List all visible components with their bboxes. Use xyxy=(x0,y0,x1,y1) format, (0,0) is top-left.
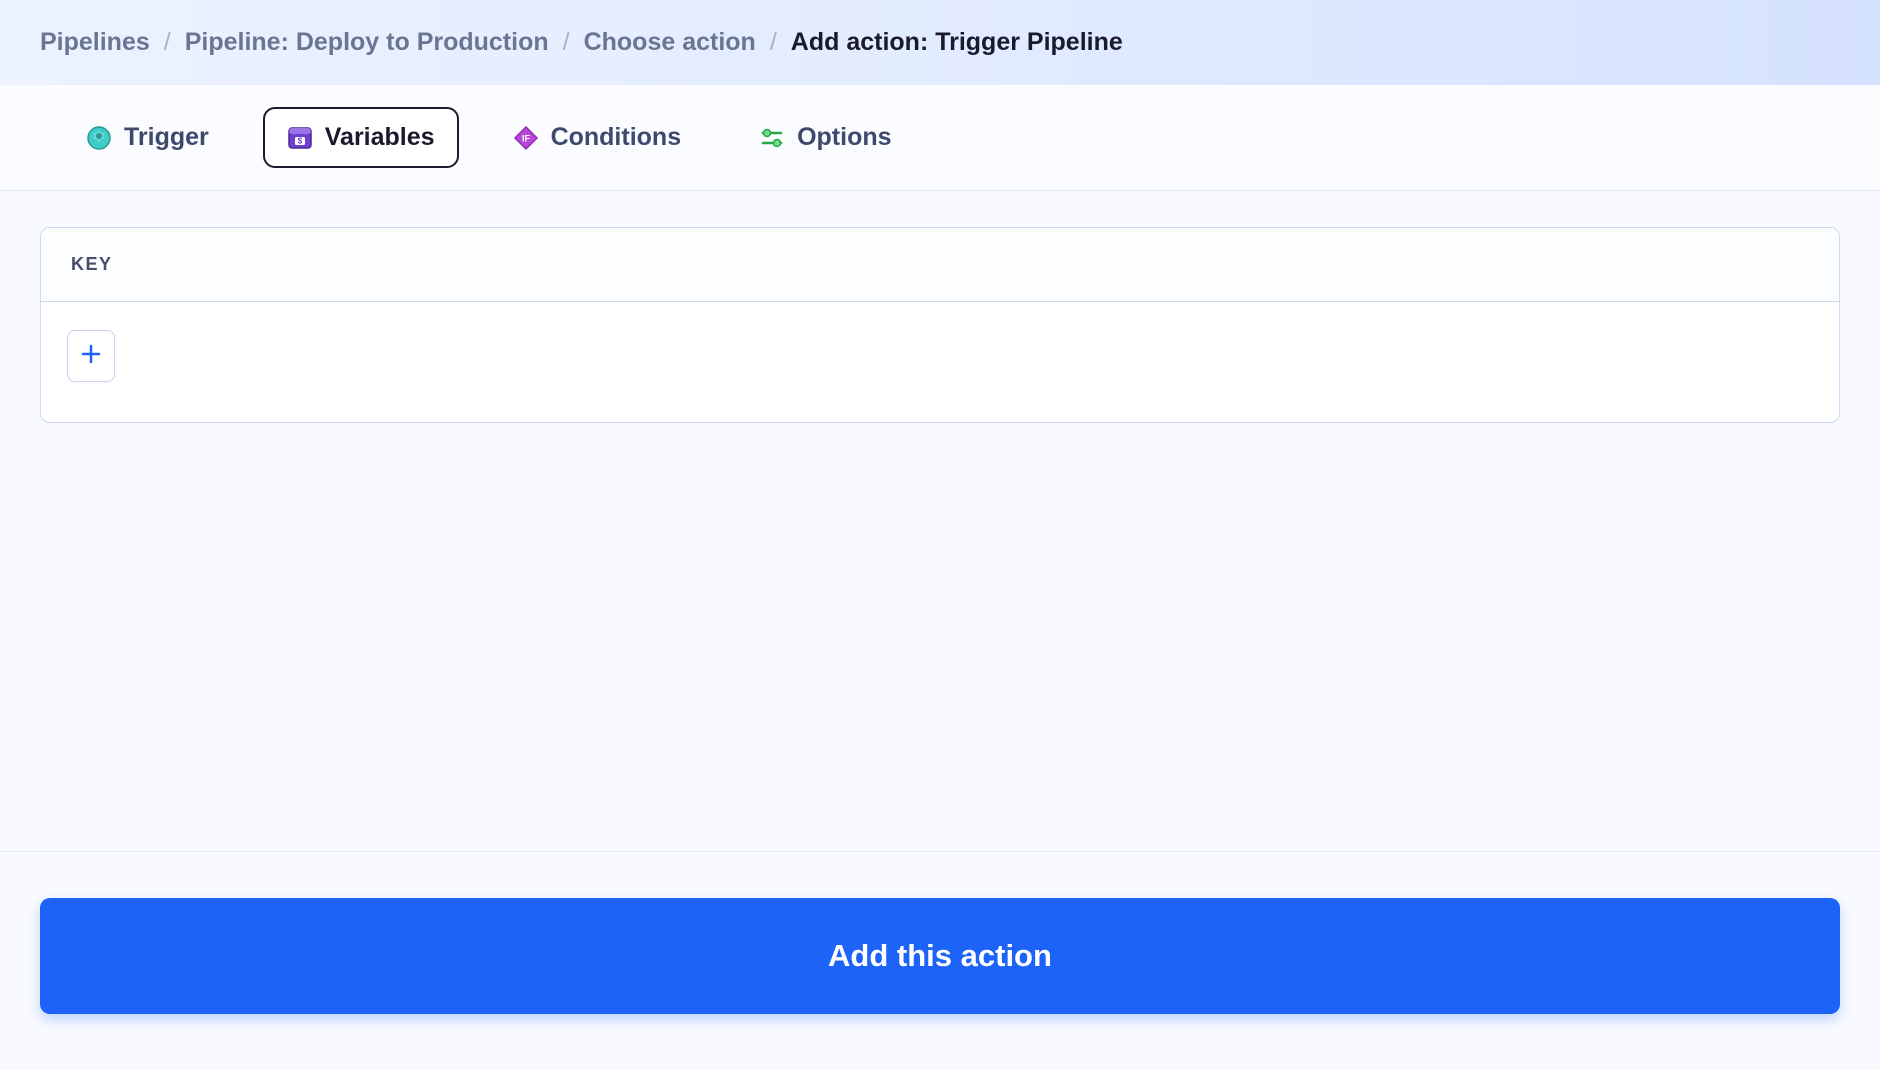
tabs-bar: Trigger $ Variables IF Conditions xyxy=(0,85,1880,191)
add-this-action-button[interactable]: Add this action xyxy=(40,898,1840,1014)
breadcrumb-separator: / xyxy=(164,28,171,57)
tab-conditions[interactable]: IF Conditions xyxy=(489,107,706,168)
sliders-icon xyxy=(759,125,785,151)
breadcrumb-separator: / xyxy=(770,28,777,57)
variables-panel: KEY xyxy=(40,227,1840,423)
footer: Add this action xyxy=(0,851,1880,1070)
gear-badge-icon xyxy=(86,125,112,151)
tab-label: Trigger xyxy=(124,123,209,152)
tab-label: Conditions xyxy=(551,123,682,152)
tab-label: Variables xyxy=(325,123,435,152)
tab-options[interactable]: Options xyxy=(735,107,915,168)
breadcrumb-link-choose-action[interactable]: Choose action xyxy=(584,28,756,57)
breadcrumb-link-pipelines[interactable]: Pipelines xyxy=(40,28,150,57)
svg-text:$: $ xyxy=(298,136,303,145)
tab-trigger[interactable]: Trigger xyxy=(62,107,233,168)
panel-header-key: KEY xyxy=(41,228,1839,302)
variables-box-icon: $ xyxy=(287,125,313,151)
panel-body xyxy=(41,302,1839,422)
breadcrumb-link-pipeline[interactable]: Pipeline: Deploy to Production xyxy=(185,28,549,57)
add-variable-button[interactable] xyxy=(67,330,115,382)
content-area: KEY xyxy=(0,191,1880,459)
tab-label: Options xyxy=(797,123,891,152)
svg-text:IF: IF xyxy=(522,133,531,143)
plus-icon xyxy=(80,343,102,370)
breadcrumb-current: Add action: Trigger Pipeline xyxy=(791,28,1123,57)
breadcrumb: Pipelines / Pipeline: Deploy to Producti… xyxy=(0,0,1880,85)
tab-variables[interactable]: $ Variables xyxy=(263,107,459,168)
if-diamond-icon: IF xyxy=(513,125,539,151)
breadcrumb-separator: / xyxy=(563,28,570,57)
